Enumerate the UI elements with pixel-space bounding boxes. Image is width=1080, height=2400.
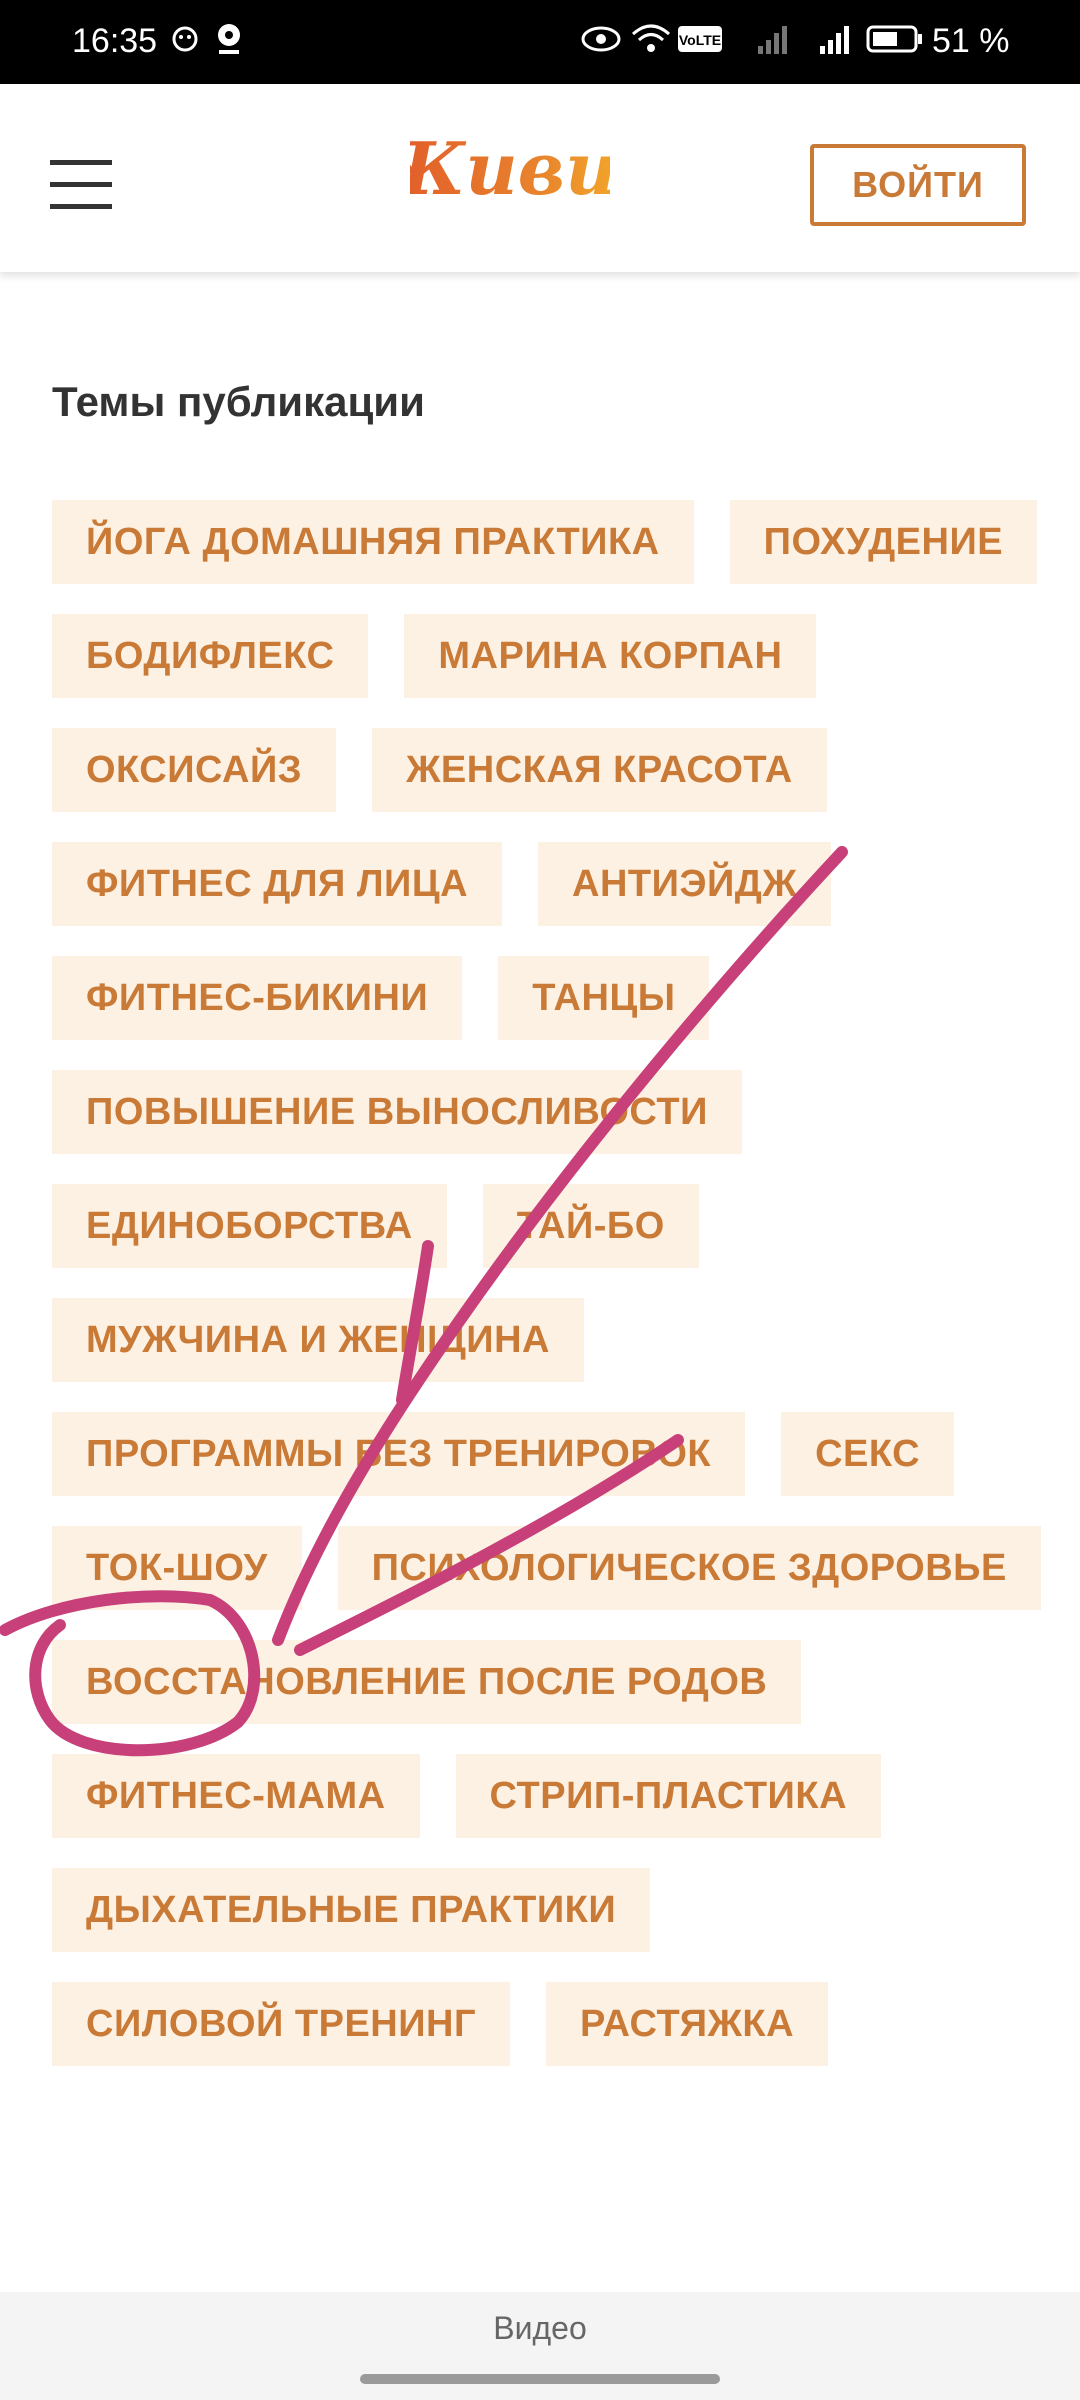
topic-tag[interactable]: ЙОГА ДОМАШНЯЯ ПРАКТИКА [52,500,694,584]
topic-tag[interactable]: МАРИНА КОРПАН [404,614,817,698]
topic-tag[interactable]: ФИТНЕС-МАМА [52,1754,420,1838]
topic-tag[interactable]: ДЫХАТЕЛЬНЫЕ ПРАКТИКИ [52,1868,651,1952]
battery-icon [866,22,924,64]
topic-tag[interactable]: АНТИЭЙДЖ [538,842,832,926]
topic-tag[interactable]: ПРОГРАММЫ БЕЗ ТРЕНИРОВОК [52,1412,746,1496]
topic-tag[interactable]: БОДИФЛЕКС [52,614,369,698]
topic-tag[interactable]: ВОССТАНОВЛЕНИЕ ПОСЛЕ РОДОВ [52,1640,802,1724]
topic-tag[interactable]: ТАНЦЫ [498,956,710,1040]
topic-tag[interactable]: ПОВЫШЕНИЕ ВЫНОСЛИВОСТИ [52,1070,742,1154]
topic-tag[interactable]: РАСТЯЖКА [546,1982,829,2066]
topic-tag[interactable]: МУЖЧИНА И ЖЕНЩИНА [52,1298,584,1382]
signal-icon [818,22,854,64]
eye-icon [580,22,622,64]
video-label[interactable]: Видео [0,2310,1080,2347]
menu-icon[interactable] [50,160,112,210]
topic-tag[interactable]: СТРИП-ПЛАСТИКА [455,1754,882,1838]
topic-tag[interactable]: ОКСИСАЙЗ [52,728,337,812]
topic-tag[interactable]: ПСИХОЛОГИЧЕСКОЕ ЗДОРОВЬЕ [337,1526,1041,1610]
section-title: Темы публикации [52,378,425,425]
topic-tag[interactable]: СЕКС [781,1412,955,1496]
topic-tag[interactable]: ТАЙ-БО [482,1184,699,1268]
bottom-bar: Видео [0,2292,1080,2400]
home-indicator[interactable] [360,2374,720,2384]
logo-text: Живи! [410,126,610,211]
site-logo[interactable]: Живи! [410,112,610,230]
topic-tags: ЙОГА ДОМАШНЯЯ ПРАКТИКА ПОХУДЕНИЕ БОДИФЛЕКС… [52,500,1042,2066]
battery-percentage: 51 % [932,22,1010,60]
svg-text:VoLTE: VoLTE [679,32,721,48]
topic-tag[interactable]: ЕДИНОБОРСТВА [52,1184,447,1268]
status-bar: 16:35 VoLTE 51 % [0,0,1080,84]
topic-tag[interactable]: ЖЕНСКАЯ КРАСОТА [372,728,827,812]
wifi-icon [630,22,672,64]
topic-tag[interactable]: ФИТНЕС ДЛЯ ЛИЦА [52,842,503,926]
topic-tag[interactable]: ТОК-ШОУ [52,1526,302,1610]
topic-tag[interactable]: ПОХУДЕНИЕ [729,500,1038,584]
android-icon [168,22,202,64]
status-time: 16:35 [72,22,158,60]
location-icon [214,22,244,64]
site-header: Живи! ВОЙТИ [0,84,1080,272]
topic-tag[interactable]: СИЛОВОЙ ТРЕНИНГ [52,1982,511,2066]
topic-tag[interactable]: ФИТНЕС-БИКИНИ [52,956,463,1040]
volte-icon: VoLTE [676,22,728,64]
login-button[interactable]: ВОЙТИ [810,144,1026,226]
signal-icon [756,22,792,64]
